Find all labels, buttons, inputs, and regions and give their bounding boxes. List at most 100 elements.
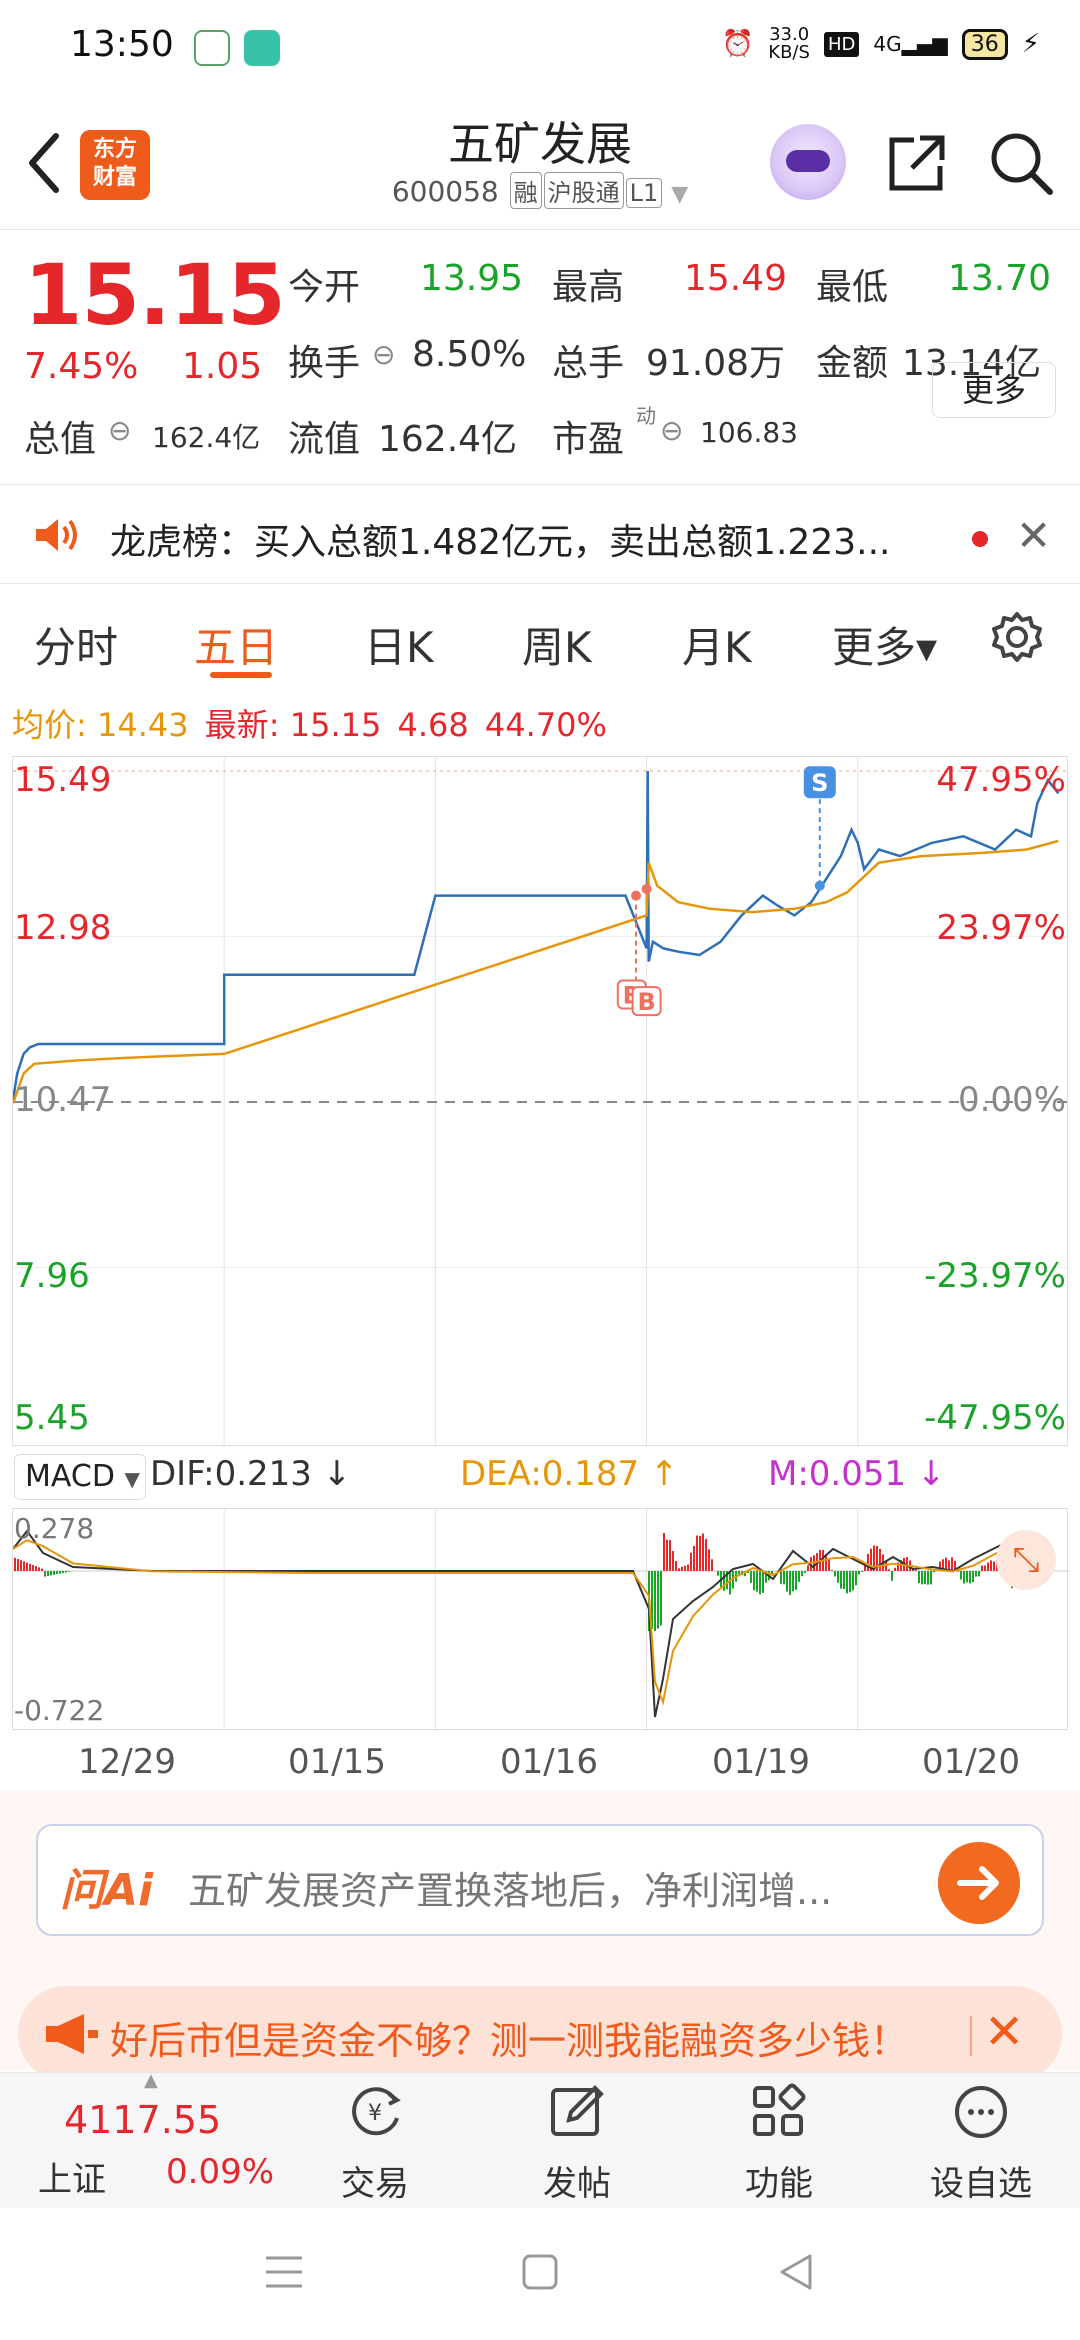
dragon-tiger-text: 龙虎榜：买入总额1.482亿元，卖出总额1.223... [110, 522, 891, 563]
avg-value: 14.43 [96, 706, 189, 744]
sell-marker-label: S [811, 769, 828, 797]
info-icon[interactable]: ⊖ [372, 338, 395, 371]
dif-text: DIF:0.213 [150, 1454, 312, 1494]
y-tick-left-3: 7.96 [14, 1256, 90, 1296]
nav-functions[interactable]: 功能 [704, 2072, 854, 2208]
ai-logo: 问Ai [60, 1865, 154, 1916]
series-price-line [11, 770, 1060, 1101]
macd-label: MACD [25, 1459, 115, 1494]
low-label: 最低 [816, 267, 889, 308]
unread-dot [972, 531, 988, 547]
turnover-value: 8.50% [412, 334, 527, 375]
y-tick-right-1: 23.97% [936, 908, 1066, 948]
chevron-down-icon[interactable]: ▼ [671, 182, 688, 207]
info-icon[interactable]: ⊖ [108, 414, 131, 447]
tab-monthly-k[interactable]: 月K [682, 614, 752, 675]
charging-icon: ⚡ [1021, 29, 1040, 59]
tab-more[interactable]: 更多▾ [832, 614, 937, 675]
x-date-1: 01/15 [288, 1742, 386, 1782]
pe-sup: 动 [636, 404, 656, 428]
macd-selector[interactable]: MACD ▼ [14, 1454, 146, 1500]
x-date-4: 01/20 [922, 1742, 1020, 1782]
buy-marker-dot [631, 890, 642, 901]
net-speed: 33.0 KB/S [768, 26, 810, 62]
close-icon[interactable]: ✕ [1016, 511, 1051, 560]
five-day-chart[interactable]: BBS [11, 756, 1069, 1447]
tab-weekly-k[interactable]: 周K [522, 614, 592, 675]
stock-header: 东方 财富 五矿发展 600058 融沪股通 L1 ▼ [0, 96, 1080, 230]
promo-banner[interactable]: 好后市但是资金不够？测一测我能融资多少钱！ ✕ [18, 1986, 1062, 2082]
tag-connect: 沪股通 [543, 172, 624, 209]
menu-icon[interactable] [262, 2252, 306, 2292]
share-icon[interactable] [884, 130, 950, 196]
macd-chart[interactable] [12, 1508, 1069, 1731]
back-nav-icon[interactable] [776, 2252, 816, 2292]
active-tab-indicator [210, 672, 272, 678]
alarm-icon: ⏰ [721, 29, 755, 59]
tag-margin: 融 [509, 172, 542, 209]
open-label: 今开 [288, 267, 361, 308]
nav-watchlist[interactable]: 设自选 [906, 2072, 1056, 2208]
info-icon[interactable]: ⊖ [660, 414, 683, 447]
macd-dif-line [12, 1529, 1014, 1718]
pe-value: 106.83 [700, 416, 798, 449]
open-value: 13.95 [420, 258, 524, 299]
y-tick-left-2: 10.47 [14, 1080, 112, 1120]
macd-m: M:0.051 ↓ [768, 1454, 945, 1494]
m-text: M:0.051 [768, 1454, 907, 1494]
x-date-3: 01/19 [712, 1742, 810, 1782]
home-icon[interactable] [520, 2252, 560, 2292]
float-value: 162.4亿 [378, 419, 518, 460]
status-bar: 13:50 ⏰ 33.0 KB/S HD 4G▂▄▆ 36 ⚡ [0, 0, 1080, 96]
net-speed-unit: KB/S [768, 42, 810, 63]
y-tick-left-4: 5.45 [14, 1398, 90, 1438]
battery-icon: 36 [961, 28, 1008, 60]
volume-value: 91.08万 [646, 343, 786, 384]
last-change-pct: 44.70% [484, 706, 607, 744]
y-tick-left-0: 15.49 [14, 760, 112, 800]
arrow-right-icon[interactable] [938, 1842, 1020, 1924]
ai-robot-icon[interactable] [770, 124, 846, 200]
ai-question-box[interactable]: 问Ai 五矿发展资产置换落地后，净利润增... [36, 1824, 1044, 1936]
gear-icon[interactable] [990, 610, 1044, 664]
arrow-down-icon: ↓ [322, 1454, 352, 1494]
more-button[interactable]: 更多 [932, 362, 1056, 418]
expand-icon[interactable]: ⤡ [996, 1530, 1056, 1590]
index-pct: 0.09% [166, 2152, 275, 2192]
high-value: 15.49 [684, 258, 788, 299]
nav-post[interactable]: 发帖 [502, 2072, 652, 2208]
signal-icon: 4G▂▄▆ [873, 32, 948, 56]
turnover-label: 换手 [288, 343, 361, 384]
macd-y-top: 0.278 [14, 1512, 95, 1545]
tab-five-day[interactable]: 五日 [194, 614, 278, 675]
megaphone-icon [46, 2014, 98, 2054]
nav-trade[interactable]: ¥ 交易 [300, 2072, 450, 2208]
last-value: 15.15 [289, 706, 382, 744]
amount-label: 金额 [816, 343, 889, 384]
y-tick-right-4: -47.95% [924, 1398, 1066, 1438]
dragon-tiger-bar[interactable]: 龙虎榜：买入总额1.482亿元，卖出总额1.223... ✕ [0, 484, 1080, 584]
index-ticker[interactable]: ▲ 4117.55 上证 0.09% [20, 2070, 274, 2208]
y-tick-right-3: -23.97% [924, 1256, 1066, 1296]
high-label: 最高 [552, 267, 625, 308]
search-icon[interactable] [988, 130, 1054, 196]
y-tick-right-0: 47.95% [936, 760, 1066, 800]
tag-level[interactable]: L1 [625, 178, 663, 208]
edit-icon [551, 2085, 604, 2136]
last-change: 4.68 [397, 706, 469, 744]
divider [970, 2016, 972, 2056]
index-value: 4117.55 [64, 2098, 222, 2142]
chart-infobar: 均价: 14.43 最新: 15.15 4.68 44.70% [12, 700, 607, 746]
y-tick-right-2: 0.00% [957, 1080, 1066, 1120]
robot-visor [786, 150, 830, 172]
status-time: 13:50 [70, 24, 174, 65]
tab-intraday[interactable]: 分时 [34, 614, 118, 675]
ai-question-text: 五矿发展资产置换落地后，净利润增... [188, 1869, 833, 1913]
stock-code: 600058 [391, 175, 499, 208]
sell-marker-dot [814, 880, 825, 891]
last-label: 最新: [204, 706, 280, 744]
close-icon[interactable]: ✕ [984, 2004, 1024, 2060]
pe-label: 市盈 [552, 419, 625, 460]
price-chart-svg: BBS [11, 757, 1069, 1447]
tab-daily-k[interactable]: 日K [364, 614, 434, 675]
